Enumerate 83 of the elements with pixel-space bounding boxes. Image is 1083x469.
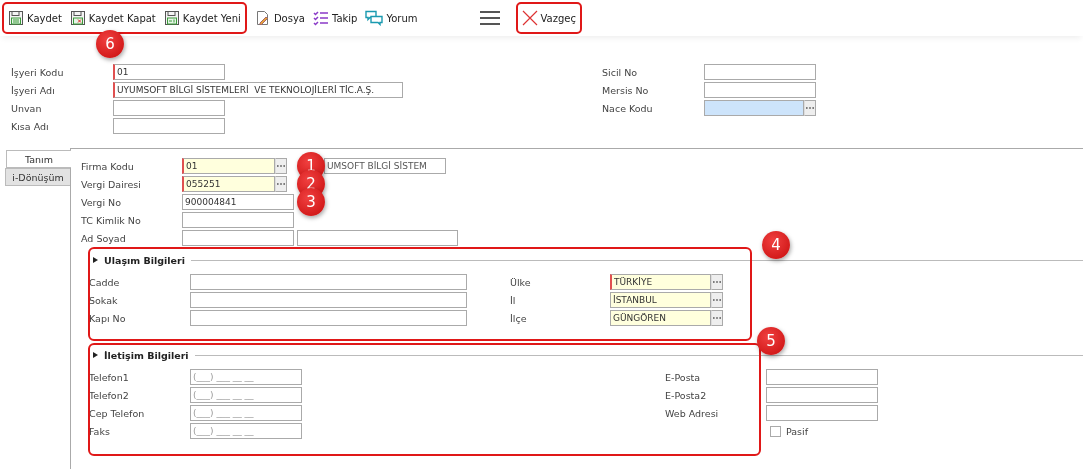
field-label: Mersis No bbox=[602, 84, 650, 96]
callout-badge: 5 bbox=[757, 327, 785, 355]
input-field[interactable] bbox=[113, 100, 225, 116]
field-label: Vergi Dairesi bbox=[81, 178, 142, 190]
field-label: Sokak bbox=[89, 294, 119, 306]
input-field[interactable]: 900004841 bbox=[182, 194, 294, 210]
field-label: Web Adresi bbox=[665, 407, 720, 419]
field-label: Ülke bbox=[510, 276, 532, 288]
input-field[interactable] bbox=[113, 118, 225, 134]
checkbox[interactable] bbox=[770, 425, 781, 437]
section-title: Ulaşım Bilgileri bbox=[104, 254, 185, 266]
input-field[interactable] bbox=[190, 292, 467, 308]
input-field[interactable]: TÜRKİYE bbox=[610, 274, 711, 290]
input-field[interactable] bbox=[704, 100, 804, 116]
field-label: Telefon2 bbox=[89, 389, 130, 401]
field-label: İşyeri Adı bbox=[11, 84, 56, 96]
checklist-icon bbox=[312, 10, 329, 26]
lookup-button[interactable] bbox=[711, 274, 723, 290]
field-label: Kısa Adı bbox=[11, 120, 50, 132]
menu-button[interactable] bbox=[479, 8, 500, 28]
field-label: Cep Telefon bbox=[89, 407, 146, 419]
callout-badge: 4 bbox=[762, 231, 790, 259]
file-button[interactable]: Dosya bbox=[254, 8, 305, 28]
input-field[interactable]: İSTANBUL bbox=[610, 292, 711, 308]
field-label: Nace Kodu bbox=[602, 102, 654, 114]
lookup-button[interactable] bbox=[275, 176, 287, 192]
field-label: Unvan bbox=[11, 102, 43, 114]
checkbox-label: Pasif bbox=[786, 425, 809, 437]
field-label: Kapı No bbox=[89, 312, 127, 324]
menu-icon bbox=[479, 11, 500, 25]
callout-badge: 3 bbox=[297, 188, 325, 216]
input-field[interactable] bbox=[190, 274, 467, 290]
input-field[interactable] bbox=[766, 369, 878, 385]
field-label: Firma Kodu bbox=[81, 160, 135, 172]
callout-badge: 6 bbox=[96, 30, 124, 58]
input-field[interactable]: (___) ___ __ __ bbox=[190, 369, 302, 385]
field-label: Cadde bbox=[89, 276, 121, 288]
field-label: Faks bbox=[89, 425, 111, 437]
input-field[interactable] bbox=[766, 405, 878, 421]
lookup-button[interactable] bbox=[804, 100, 816, 116]
field-label: İl bbox=[510, 294, 517, 306]
input-field[interactable] bbox=[190, 310, 467, 326]
input-field[interactable]: (___) ___ __ __ bbox=[190, 405, 302, 421]
lookup-button[interactable] bbox=[711, 292, 723, 308]
save-button[interactable]: Kaydet bbox=[8, 8, 62, 28]
field-label: İşyeri Kodu bbox=[11, 66, 65, 78]
input-field[interactable] bbox=[704, 64, 816, 80]
task-button[interactable]: Takip bbox=[312, 8, 358, 28]
close-icon bbox=[521, 10, 538, 26]
input-field[interactable]: (___) ___ __ __ bbox=[190, 423, 302, 439]
input-field[interactable] bbox=[297, 230, 458, 246]
field-label: Vergi No bbox=[81, 196, 122, 208]
collapse-arrow-icon[interactable] bbox=[93, 352, 98, 358]
input-field[interactable] bbox=[704, 82, 816, 98]
lookup-button[interactable] bbox=[711, 310, 723, 326]
field-label: TC Kimlik No bbox=[81, 214, 142, 226]
comment-button[interactable]: Yorum bbox=[365, 8, 418, 28]
input-field[interactable] bbox=[182, 212, 294, 228]
input-field[interactable]: 01 bbox=[113, 64, 225, 80]
save-close-button[interactable]: Kaydet Kapat bbox=[69, 8, 156, 28]
document-pencil-icon bbox=[254, 10, 271, 26]
field-label: E-Posta2 bbox=[665, 389, 708, 401]
field-label: Ad Soyad bbox=[81, 232, 127, 244]
input-field[interactable]: 01 bbox=[182, 158, 275, 174]
input-field[interactable]: GÜNGÖREN bbox=[610, 310, 711, 326]
save-new-button[interactable]: Kaydet Yeni bbox=[163, 8, 241, 28]
input-field[interactable]: 055251 bbox=[182, 176, 275, 192]
field-label: Telefon1 bbox=[89, 371, 130, 383]
cancel-button[interactable]: Vazgeç bbox=[521, 8, 576, 28]
input-field[interactable]: UYUMSOFT BİLGİ SİSTEMLERİ VE TEKNOLOJİLERİ TİC.A.Ş. bbox=[113, 82, 403, 98]
input-field[interactable]: UMSOFT BİLGİ SİSTEM bbox=[324, 158, 446, 174]
field-label: E-Posta bbox=[665, 371, 702, 383]
input-field[interactable] bbox=[766, 387, 878, 403]
collapse-arrow-icon[interactable] bbox=[93, 257, 98, 263]
field-label: Sicil No bbox=[602, 66, 639, 78]
input-field[interactable]: (___) ___ __ __ bbox=[190, 387, 302, 403]
section-title: İletişim Bilgileri bbox=[104, 349, 189, 361]
input-field[interactable] bbox=[182, 230, 294, 246]
field-label: İlçe bbox=[510, 312, 528, 324]
lookup-button[interactable] bbox=[275, 158, 287, 174]
tab[interactable]: Tanım bbox=[6, 150, 71, 168]
tab[interactable]: i-Dönüşüm bbox=[5, 168, 70, 186]
speech-bubbles-icon bbox=[365, 10, 384, 26]
